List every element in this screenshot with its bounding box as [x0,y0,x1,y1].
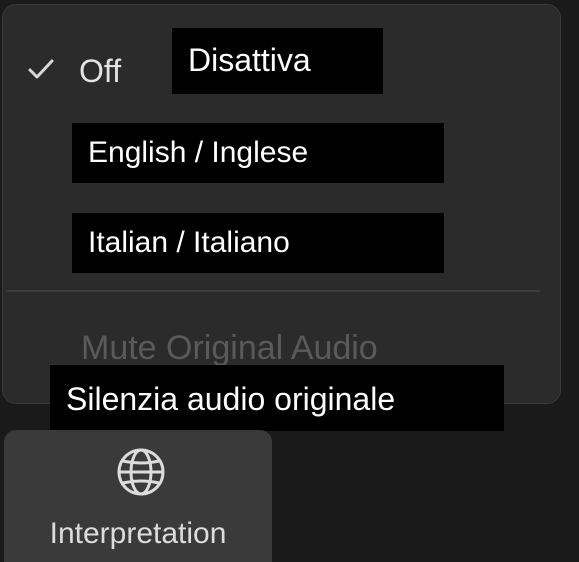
menu-item-off-label: Off [79,53,122,89]
menu-divider [7,290,540,292]
interpretation-label: Interpretation [49,517,227,550]
checkmark-icon [27,57,55,81]
menu-item-english[interactable]: English / Inglese [72,123,444,183]
translation-label-off: Disattiva [172,28,383,94]
translation-label-mute: Silenzia audio originale [50,365,504,431]
globe-icon [113,444,169,500]
mute-original-audio-item: Mute Original Audio [81,329,378,367]
interpretation-button[interactable]: Interpretation [4,430,272,562]
menu-item-italian[interactable]: Italian / Italiano [72,213,444,273]
